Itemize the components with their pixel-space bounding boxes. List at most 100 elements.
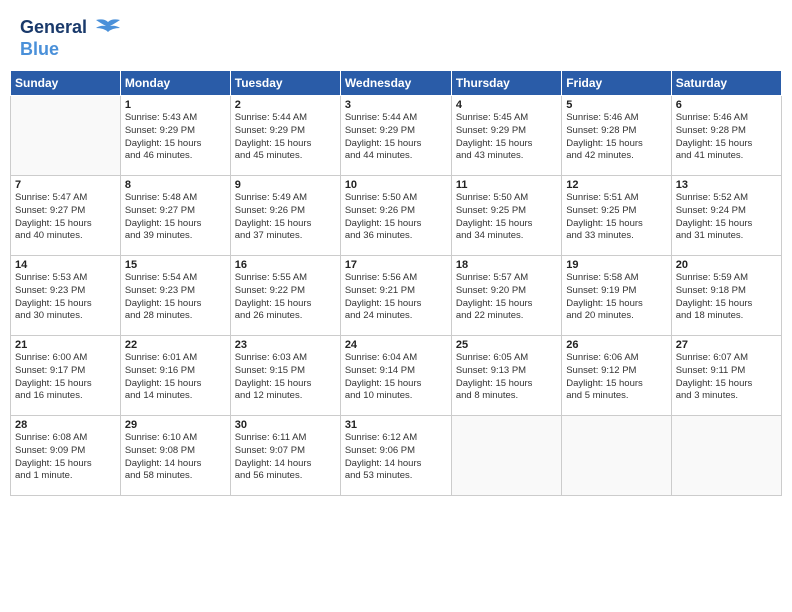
day-number: 7 — [15, 179, 116, 191]
calendar-cell: 21Sunrise: 6:00 AM Sunset: 9:17 PM Dayli… — [11, 336, 121, 416]
day-number: 30 — [235, 419, 336, 431]
day-info: Sunrise: 6:00 AM Sunset: 9:17 PM Dayligh… — [15, 352, 116, 403]
day-info: Sunrise: 5:44 AM Sunset: 9:29 PM Dayligh… — [345, 112, 447, 163]
day-info: Sunrise: 5:50 AM Sunset: 9:26 PM Dayligh… — [345, 192, 447, 243]
calendar-cell: 7Sunrise: 5:47 AM Sunset: 9:27 PM Daylig… — [11, 176, 121, 256]
col-monday: Monday — [120, 71, 230, 96]
calendar-cell: 20Sunrise: 5:59 AM Sunset: 9:18 PM Dayli… — [671, 256, 781, 336]
calendar-cell — [671, 416, 781, 496]
day-number: 17 — [345, 259, 447, 271]
day-number: 11 — [456, 179, 557, 191]
calendar-week-row: 21Sunrise: 6:00 AM Sunset: 9:17 PM Dayli… — [11, 336, 782, 416]
day-number: 14 — [15, 259, 116, 271]
col-tuesday: Tuesday — [230, 71, 340, 96]
calendar-cell: 10Sunrise: 5:50 AM Sunset: 9:26 PM Dayli… — [340, 176, 451, 256]
day-info: Sunrise: 5:59 AM Sunset: 9:18 PM Dayligh… — [676, 272, 777, 323]
calendar-cell: 22Sunrise: 6:01 AM Sunset: 9:16 PM Dayli… — [120, 336, 230, 416]
calendar-table: Sunday Monday Tuesday Wednesday Thursday… — [10, 70, 782, 496]
day-number: 20 — [676, 259, 777, 271]
day-info: Sunrise: 5:47 AM Sunset: 9:27 PM Dayligh… — [15, 192, 116, 243]
calendar-week-row: 14Sunrise: 5:53 AM Sunset: 9:23 PM Dayli… — [11, 256, 782, 336]
calendar-cell: 26Sunrise: 6:06 AM Sunset: 9:12 PM Dayli… — [562, 336, 671, 416]
day-info: Sunrise: 5:46 AM Sunset: 9:28 PM Dayligh… — [566, 112, 666, 163]
day-info: Sunrise: 5:57 AM Sunset: 9:20 PM Dayligh… — [456, 272, 557, 323]
col-sunday: Sunday — [11, 71, 121, 96]
day-info: Sunrise: 5:54 AM Sunset: 9:23 PM Dayligh… — [125, 272, 226, 323]
day-number: 4 — [456, 99, 557, 111]
day-number: 23 — [235, 339, 336, 351]
day-number: 8 — [125, 179, 226, 191]
day-info: Sunrise: 5:44 AM Sunset: 9:29 PM Dayligh… — [235, 112, 336, 163]
day-number: 22 — [125, 339, 226, 351]
day-info: Sunrise: 5:49 AM Sunset: 9:26 PM Dayligh… — [235, 192, 336, 243]
day-info: Sunrise: 5:58 AM Sunset: 9:19 PM Dayligh… — [566, 272, 666, 323]
logo-blue: Blue — [20, 39, 59, 60]
day-number: 2 — [235, 99, 336, 111]
day-info: Sunrise: 6:03 AM Sunset: 9:15 PM Dayligh… — [235, 352, 336, 403]
day-number: 21 — [15, 339, 116, 351]
day-info: Sunrise: 5:51 AM Sunset: 9:25 PM Dayligh… — [566, 192, 666, 243]
calendar-cell: 3Sunrise: 5:44 AM Sunset: 9:29 PM Daylig… — [340, 96, 451, 176]
day-info: Sunrise: 5:46 AM Sunset: 9:28 PM Dayligh… — [676, 112, 777, 163]
day-number: 31 — [345, 419, 447, 431]
calendar-cell: 29Sunrise: 6:10 AM Sunset: 9:08 PM Dayli… — [120, 416, 230, 496]
day-info: Sunrise: 6:12 AM Sunset: 9:06 PM Dayligh… — [345, 432, 447, 483]
day-info: Sunrise: 5:45 AM Sunset: 9:29 PM Dayligh… — [456, 112, 557, 163]
day-info: Sunrise: 6:07 AM Sunset: 9:11 PM Dayligh… — [676, 352, 777, 403]
day-number: 16 — [235, 259, 336, 271]
day-number: 26 — [566, 339, 666, 351]
day-number: 15 — [125, 259, 226, 271]
calendar-cell: 12Sunrise: 5:51 AM Sunset: 9:25 PM Dayli… — [562, 176, 671, 256]
day-number: 10 — [345, 179, 447, 191]
calendar-cell: 17Sunrise: 5:56 AM Sunset: 9:21 PM Dayli… — [340, 256, 451, 336]
calendar-cell: 4Sunrise: 5:45 AM Sunset: 9:29 PM Daylig… — [451, 96, 561, 176]
calendar-cell: 13Sunrise: 5:52 AM Sunset: 9:24 PM Dayli… — [671, 176, 781, 256]
calendar-week-row: 1Sunrise: 5:43 AM Sunset: 9:29 PM Daylig… — [11, 96, 782, 176]
day-info: Sunrise: 6:04 AM Sunset: 9:14 PM Dayligh… — [345, 352, 447, 403]
day-info: Sunrise: 6:05 AM Sunset: 9:13 PM Dayligh… — [456, 352, 557, 403]
calendar-cell: 2Sunrise: 5:44 AM Sunset: 9:29 PM Daylig… — [230, 96, 340, 176]
calendar-cell: 6Sunrise: 5:46 AM Sunset: 9:28 PM Daylig… — [671, 96, 781, 176]
calendar-cell: 11Sunrise: 5:50 AM Sunset: 9:25 PM Dayli… — [451, 176, 561, 256]
day-number: 5 — [566, 99, 666, 111]
calendar-cell: 27Sunrise: 6:07 AM Sunset: 9:11 PM Dayli… — [671, 336, 781, 416]
page-header: General Blue — [10, 10, 782, 64]
col-thursday: Thursday — [451, 71, 561, 96]
day-info: Sunrise: 6:08 AM Sunset: 9:09 PM Dayligh… — [15, 432, 116, 483]
day-number: 12 — [566, 179, 666, 191]
day-number: 1 — [125, 99, 226, 111]
logo: General Blue — [20, 18, 122, 60]
calendar-cell: 25Sunrise: 6:05 AM Sunset: 9:13 PM Dayli… — [451, 336, 561, 416]
calendar-cell: 9Sunrise: 5:49 AM Sunset: 9:26 PM Daylig… — [230, 176, 340, 256]
day-number: 9 — [235, 179, 336, 191]
day-number: 24 — [345, 339, 447, 351]
calendar-cell: 28Sunrise: 6:08 AM Sunset: 9:09 PM Dayli… — [11, 416, 121, 496]
day-info: Sunrise: 6:11 AM Sunset: 9:07 PM Dayligh… — [235, 432, 336, 483]
col-friday: Friday — [562, 71, 671, 96]
day-number: 13 — [676, 179, 777, 191]
day-number: 29 — [125, 419, 226, 431]
calendar-cell: 8Sunrise: 5:48 AM Sunset: 9:27 PM Daylig… — [120, 176, 230, 256]
day-info: Sunrise: 5:50 AM Sunset: 9:25 PM Dayligh… — [456, 192, 557, 243]
day-info: Sunrise: 5:43 AM Sunset: 9:29 PM Dayligh… — [125, 112, 226, 163]
calendar-week-row: 7Sunrise: 5:47 AM Sunset: 9:27 PM Daylig… — [11, 176, 782, 256]
day-number: 3 — [345, 99, 447, 111]
day-info: Sunrise: 5:53 AM Sunset: 9:23 PM Dayligh… — [15, 272, 116, 323]
calendar-cell: 18Sunrise: 5:57 AM Sunset: 9:20 PM Dayli… — [451, 256, 561, 336]
calendar-cell: 1Sunrise: 5:43 AM Sunset: 9:29 PM Daylig… — [120, 96, 230, 176]
calendar-cell: 23Sunrise: 6:03 AM Sunset: 9:15 PM Dayli… — [230, 336, 340, 416]
day-info: Sunrise: 6:06 AM Sunset: 9:12 PM Dayligh… — [566, 352, 666, 403]
calendar-cell: 24Sunrise: 6:04 AM Sunset: 9:14 PM Dayli… — [340, 336, 451, 416]
day-info: Sunrise: 6:10 AM Sunset: 9:08 PM Dayligh… — [125, 432, 226, 483]
calendar-cell — [451, 416, 561, 496]
day-info: Sunrise: 5:48 AM Sunset: 9:27 PM Dayligh… — [125, 192, 226, 243]
day-number: 18 — [456, 259, 557, 271]
day-info: Sunrise: 5:56 AM Sunset: 9:21 PM Dayligh… — [345, 272, 447, 323]
calendar-cell: 19Sunrise: 5:58 AM Sunset: 9:19 PM Dayli… — [562, 256, 671, 336]
col-saturday: Saturday — [671, 71, 781, 96]
calendar-cell — [562, 416, 671, 496]
calendar-cell: 14Sunrise: 5:53 AM Sunset: 9:23 PM Dayli… — [11, 256, 121, 336]
calendar-cell — [11, 96, 121, 176]
calendar-cell: 5Sunrise: 5:46 AM Sunset: 9:28 PM Daylig… — [562, 96, 671, 176]
day-number: 28 — [15, 419, 116, 431]
